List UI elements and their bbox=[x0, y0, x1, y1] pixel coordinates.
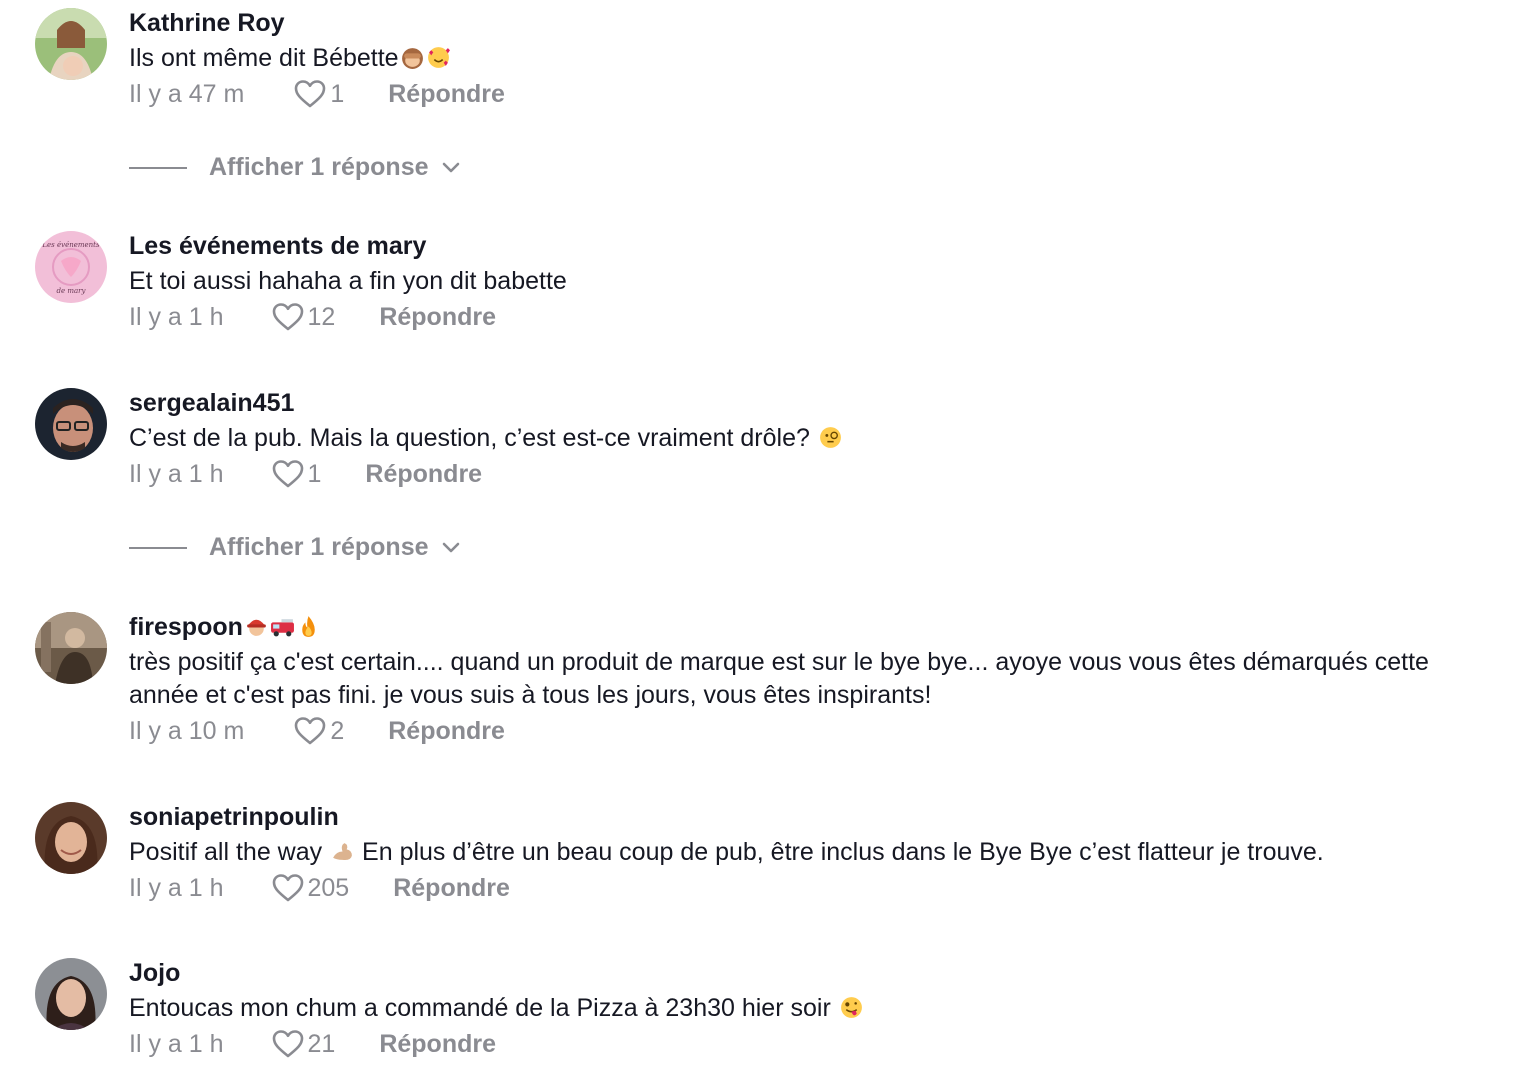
comment-text: très positif ça c'est certain.... quand … bbox=[129, 648, 1429, 709]
avatar[interactable]: Les événements de mary bbox=[35, 231, 107, 303]
like-count: 205 bbox=[307, 873, 350, 902]
like-count: 1 bbox=[307, 459, 322, 488]
heart-icon bbox=[272, 874, 303, 902]
like-count: 2 bbox=[330, 716, 345, 745]
comment-text: Ils ont même dit Bébette bbox=[129, 42, 1504, 75]
comment-time: Il y a 47 m bbox=[129, 79, 245, 108]
comment-time: Il y a 1 h bbox=[129, 873, 224, 902]
like-button[interactable]: 205 bbox=[272, 873, 350, 903]
comment-username[interactable]: sergealain451 bbox=[129, 388, 1504, 418]
heart-icon bbox=[272, 1030, 303, 1058]
heart-icon bbox=[295, 717, 326, 745]
see-no-evil-monkey-icon bbox=[401, 48, 423, 69]
like-button[interactable]: 1 bbox=[272, 459, 322, 489]
comment-text: Et toi aussi hahaha a fin yon dit babett… bbox=[129, 267, 567, 295]
reply-button[interactable]: Répondre bbox=[379, 303, 496, 332]
comment-time: Il y a 1 h bbox=[129, 459, 224, 488]
divider-line bbox=[129, 166, 187, 169]
comment-username[interactable]: Jojo bbox=[129, 958, 1504, 988]
face-with-monocle-icon bbox=[819, 427, 841, 448]
comment-username[interactable]: Les événements de mary bbox=[129, 231, 1504, 261]
like-count: 1 bbox=[330, 79, 345, 108]
heart-icon bbox=[272, 303, 303, 331]
like-button[interactable]: 12 bbox=[272, 302, 336, 332]
avatar[interactable] bbox=[35, 802, 107, 874]
comment-meta: Il y a 1 h 12 Répondre bbox=[129, 300, 1504, 334]
show-replies-button[interactable]: Afficher 1 réponse bbox=[129, 153, 461, 182]
svg-text:de mary: de mary bbox=[57, 287, 87, 295]
avatar[interactable] bbox=[35, 612, 107, 684]
comment-time: Il y a 1 h bbox=[129, 1029, 224, 1058]
avatar[interactable] bbox=[35, 388, 107, 460]
comment-meta: Il y a 1 h 1 Répondre bbox=[129, 457, 1504, 491]
comment-text: C’est de la pub. Mais la question, c’est… bbox=[129, 422, 1504, 455]
comment-text: Positif all the way En plus d’être un be… bbox=[129, 838, 1324, 866]
heart-icon bbox=[295, 80, 326, 108]
comment-meta: Il y a 1 h 21 Répondre bbox=[129, 1027, 1504, 1061]
smiling-face-with-hearts-icon bbox=[427, 47, 450, 68]
like-button[interactable]: 1 bbox=[294, 79, 344, 109]
show-replies-label: Afficher 1 réponse bbox=[209, 533, 429, 561]
chevron-down-icon bbox=[442, 162, 459, 172]
zany-face-icon bbox=[840, 997, 862, 1018]
like-button[interactable]: 2 bbox=[294, 716, 344, 746]
comment-time: Il y a 1 h bbox=[129, 302, 224, 331]
chevron-down-icon bbox=[442, 542, 459, 552]
comment-text: Entoucas mon chum a commandé de la Pizza… bbox=[129, 992, 1504, 1025]
reply-button[interactable]: Répondre bbox=[388, 717, 505, 746]
show-replies-label: Afficher 1 réponse bbox=[209, 153, 429, 181]
reply-button[interactable]: Répondre bbox=[379, 1030, 496, 1059]
avatar[interactable] bbox=[35, 8, 107, 80]
show-replies-button[interactable]: Afficher 1 réponse bbox=[129, 533, 461, 562]
firefighter-icon bbox=[247, 619, 266, 636]
divider-line bbox=[129, 546, 187, 549]
comment-username[interactable]: firespoon bbox=[129, 612, 1504, 642]
like-button[interactable]: 21 bbox=[272, 1029, 336, 1059]
heart-icon bbox=[272, 460, 303, 488]
fire-engine-icon bbox=[270, 619, 294, 637]
comment-meta: Il y a 10 m 2 Répondre bbox=[129, 714, 1504, 748]
comment-time: Il y a 10 m bbox=[129, 716, 245, 745]
reply-button[interactable]: Répondre bbox=[393, 874, 510, 903]
like-count: 21 bbox=[307, 1029, 336, 1058]
flexed-biceps-icon bbox=[333, 843, 352, 861]
comment-meta: Il y a 1 h 205 Répondre bbox=[129, 871, 1504, 905]
reply-button[interactable]: Répondre bbox=[388, 80, 505, 109]
comment-username[interactable]: Kathrine Roy bbox=[129, 8, 1504, 38]
reply-button[interactable]: Répondre bbox=[365, 460, 482, 489]
avatar[interactable] bbox=[35, 958, 107, 1030]
comment-username[interactable]: soniapetrinpoulin bbox=[129, 802, 1504, 832]
like-count: 12 bbox=[307, 302, 336, 331]
svg-text:Les événements: Les événements bbox=[41, 241, 100, 249]
fire-icon bbox=[302, 616, 315, 637]
comment-meta: Il y a 47 m 1 Répondre bbox=[129, 77, 1504, 111]
